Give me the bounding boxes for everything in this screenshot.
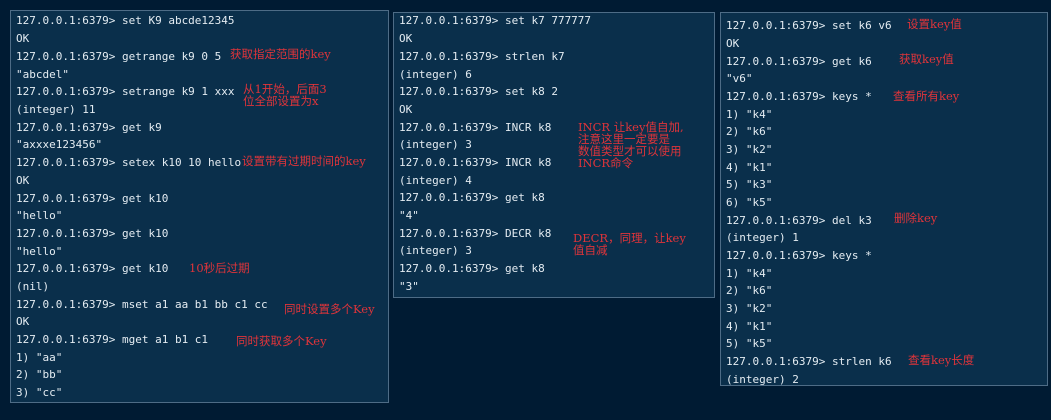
terminal-line: 127.0.0.1:6379> del k3 — [726, 214, 872, 227]
annotation-note: 查看所有key — [893, 89, 960, 103]
terminal-line: (integer) 11 — [16, 103, 96, 116]
annotation-note: 设置key值 — [907, 17, 962, 31]
annotation-note: 获取key值 — [899, 52, 954, 66]
terminal-line: 127.0.0.1:6379> get k6 — [726, 55, 872, 68]
terminal-line: (nil) — [16, 280, 50, 293]
terminal-line: OK — [399, 32, 413, 45]
terminal-line: "hello" — [16, 245, 63, 258]
annotation-note: 查看key长度 — [908, 353, 975, 367]
terminal-line: 127.0.0.1:6379> get k8 — [399, 262, 545, 275]
terminal-line: 3) "cc" — [16, 386, 63, 399]
terminal-line: 127.0.0.1:6379> setex k10 10 hello — [16, 156, 242, 169]
terminal-line: (integer) 3 — [399, 138, 472, 151]
terminal-line: "hello" — [16, 209, 63, 222]
terminal-line: 127.0.0.1:6379> get k9 — [16, 121, 162, 134]
terminal-line: 1) "k4" — [726, 267, 773, 280]
terminal-line: 3) "k2" — [726, 302, 773, 315]
terminal-line: "4" — [399, 209, 419, 222]
terminal-line: 127.0.0.1:6379> DECR k8 — [399, 227, 552, 240]
terminal-line: 1) "aa" — [16, 351, 63, 364]
terminal-line: "v6" — [726, 72, 753, 85]
terminal-line: "axxxe123456" — [16, 138, 103, 151]
annotation-note: INCR 让key值自加, 注意这里一定要是 数值类型才可以使用 INCR命令 — [578, 120, 684, 170]
terminal-line: OK — [726, 37, 740, 50]
annotation-note: 删除key — [894, 211, 938, 225]
terminal-line: OK — [16, 32, 30, 45]
terminal-line: 127.0.0.1:6379> keys * — [726, 249, 872, 262]
terminal-window-2[interactable]: 127.0.0.1:6379> set k7 777777 OK 127.0.0… — [393, 12, 715, 298]
terminal-line: "abcdel" — [16, 68, 69, 81]
terminal-line: 2) "bb" — [16, 368, 63, 381]
terminal-line: 127.0.0.1:6379> set k6 v6 — [726, 19, 892, 32]
terminal-line: 127.0.0.1:6379> get k8 — [399, 191, 545, 204]
terminal-line: 127.0.0.1:6379> strlen k6 — [726, 355, 892, 368]
terminal-line: 127.0.0.1:6379> setrange k9 1 xxx — [16, 85, 235, 98]
annotation-note: 10秒后过期 — [189, 261, 250, 275]
annotation-note: 同时设置多个Key — [284, 302, 375, 316]
terminal-line: 127.0.0.1:6379> INCR k8 — [399, 121, 552, 134]
terminal-line: 3) "k2" — [726, 143, 773, 156]
terminal-line: 127.0.0.1:6379> set k8 2 — [399, 85, 558, 98]
annotation-note: DECR，同理，让key 值自减 — [573, 231, 686, 257]
terminal-line: (integer) 6 — [399, 68, 472, 81]
annotation-note: 获取指定范围的key — [230, 47, 331, 61]
terminal-line: 5) "k5" — [726, 337, 773, 350]
terminal-line: 6) "k5" — [726, 196, 773, 209]
terminal-line: 127.0.0.1:6379> set k7 777777 — [399, 14, 592, 27]
terminal-line: 127.0.0.1:6379> set K9 abcde12345 — [16, 14, 235, 27]
terminal-window-3[interactable]: 127.0.0.1:6379> set k6 v6 OK 127.0.0.1:6… — [720, 12, 1048, 386]
terminal-line: 1) "k4" — [726, 108, 773, 121]
terminal-line: (integer) 2 — [726, 373, 799, 386]
terminal-line: 127.0.0.1:6379> mset a1 aa b1 bb c1 cc — [16, 298, 268, 311]
terminal-line: 127.0.0.1:6379> get k10 — [16, 192, 169, 205]
terminal-line: 2) "k6" — [726, 125, 773, 138]
terminal-line: (integer) 4 — [399, 174, 472, 187]
terminal-line: (integer) 1 — [726, 231, 799, 244]
terminal-line: 4) "k1" — [726, 161, 773, 174]
terminal-line: 4) "k1" — [726, 320, 773, 333]
terminal-line: 2) "k6" — [726, 284, 773, 297]
terminal-line: 127.0.0.1:6379> INCR k8 — [399, 156, 552, 169]
terminal-line: OK — [16, 315, 30, 328]
terminal-line: 5) "k3" — [726, 178, 773, 191]
terminal-line: OK — [16, 174, 30, 187]
terminal-line: "3" — [399, 280, 419, 293]
terminal-window-1[interactable]: 127.0.0.1:6379> set K9 abcde12345 OK 127… — [10, 10, 389, 403]
terminal-line: 127.0.0.1:6379> get k10 — [16, 262, 169, 275]
terminal-line: OK — [399, 103, 413, 116]
annotation-note: 设置带有过期时间的key — [242, 154, 366, 168]
annotation-note: 从1开始，后面3 位全部设置为x — [243, 82, 327, 108]
terminal-line: 127.0.0.1:6379> strlen k7 — [399, 50, 565, 63]
terminal-line: 127.0.0.1:6379> getrange k9 0 5 — [16, 50, 222, 63]
terminal-line: (integer) 3 — [399, 244, 472, 257]
terminal-line: 127.0.0.1:6379> mget a1 b1 c1 — [16, 333, 209, 346]
terminal-line: 127.0.0.1:6379> keys * — [726, 90, 872, 103]
terminal-line: 127.0.0.1:6379> get k10 — [16, 227, 169, 240]
annotation-note: 同时获取多个Key — [236, 334, 327, 348]
